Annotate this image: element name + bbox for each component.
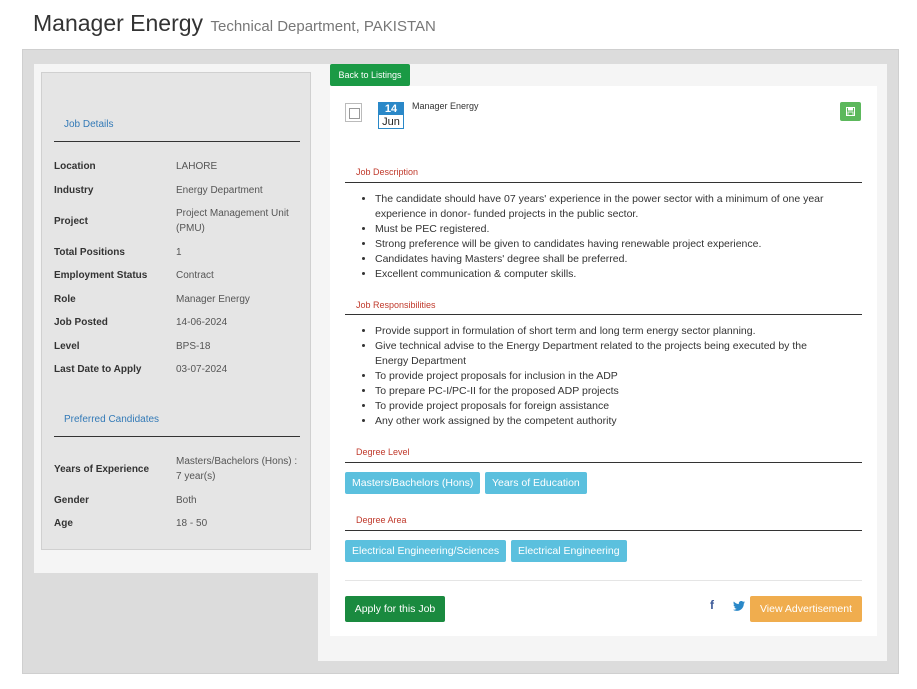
list-item: To prepare PC-I/PC-II for the proposed A…	[375, 384, 840, 399]
divider	[345, 182, 862, 183]
floppy-disk-icon	[846, 107, 855, 116]
list-item: Provide support in formulation of short …	[375, 324, 840, 339]
degree-level-tag: Masters/Bachelors (Hons)	[345, 472, 481, 494]
detail-value: Manager Energy	[176, 294, 250, 305]
posted-date-calendar: 14 Jun	[378, 102, 404, 129]
page-header: Manager Energy Technical Department, PAK…	[33, 10, 436, 37]
detail-label: Job Posted	[54, 317, 108, 328]
twitter-icon[interactable]	[733, 600, 745, 614]
list-item: The candidate should have 07 years' expe…	[375, 192, 840, 222]
detail-value: Contract	[176, 270, 214, 281]
page-title: Manager Energy	[33, 10, 204, 36]
company-logo-image	[345, 103, 362, 122]
job-description-list: The candidate should have 07 years' expe…	[360, 192, 840, 282]
detail-value: 14-06-2024	[176, 317, 228, 328]
preferred-label: Years of Experience	[54, 464, 150, 475]
divider	[54, 141, 300, 142]
detail-value: 1	[176, 247, 182, 258]
job-details-panel: Job Details Location LAHORE Industry Ene…	[41, 72, 311, 550]
list-item: Strong preference will be given to candi…	[375, 237, 840, 252]
list-item: Must be PEC registered.	[375, 222, 840, 237]
detail-value: LAHORE	[176, 161, 218, 172]
list-item: Any other work assigned by the competent…	[375, 414, 840, 429]
detail-value: Energy Department	[176, 185, 263, 196]
job-description-heading: Job Description	[356, 167, 419, 177]
detail-label: Level	[54, 341, 80, 352]
job-details-heading: Job Details	[64, 119, 114, 130]
facebook-icon[interactable]: f	[710, 598, 714, 612]
divider	[345, 462, 862, 463]
view-advertisement-button[interactable]: View Advertisement	[750, 596, 862, 622]
calendar-day: 14	[379, 103, 403, 115]
list-item: Excellent communication & computer skill…	[375, 267, 840, 282]
calendar-month: Jun	[382, 116, 400, 128]
detail-label: Project	[54, 216, 88, 227]
preferred-value: Both	[176, 495, 197, 506]
detail-label: Employment Status	[54, 270, 148, 281]
detail-label: Total Positions	[54, 247, 125, 258]
preferred-value: Masters/Bachelors (Hons) : 7 year(s)	[176, 456, 298, 482]
degree-area-tag: Electrical Engineering/Sciences	[345, 540, 507, 562]
degree-level-tag: Years of Education	[485, 472, 587, 494]
degree-area-heading: Degree Area	[356, 515, 407, 525]
divider	[345, 580, 862, 581]
divider	[345, 314, 862, 315]
preferred-label: Gender	[54, 495, 90, 506]
job-responsibilities-heading: Job Responsibilities	[356, 300, 436, 310]
list-item: To provide project proposals for inclusi…	[375, 369, 840, 384]
list-item: Candidates having Masters' degree shall …	[375, 252, 840, 267]
list-item: Give technical advise to the Energy Depa…	[375, 339, 840, 369]
preferred-label: Age	[54, 518, 73, 529]
back-to-listings-button[interactable]: Back to Listings	[330, 64, 410, 86]
degree-area-tag: Electrical Engineering	[511, 540, 627, 562]
job-title-small: Manager Energy	[412, 101, 479, 111]
detail-label: Role	[54, 294, 76, 305]
detail-label: Location	[54, 161, 96, 172]
page-subtitle: Technical Department, PAKISTAN	[210, 18, 436, 35]
detail-label: Last Date to Apply	[54, 364, 142, 375]
list-item: To provide project proposals for foreign…	[375, 399, 840, 414]
divider	[345, 530, 862, 531]
divider	[54, 436, 300, 437]
preferred-value: 18 - 50	[176, 518, 208, 529]
detail-value: Project Management Unit (PMU)	[176, 208, 289, 234]
detail-value: BPS-18	[176, 341, 211, 352]
preferred-candidates-heading: Preferred Candidates	[64, 414, 160, 425]
detail-label: Industry	[54, 185, 94, 196]
apply-button[interactable]: Apply for this Job	[345, 596, 445, 622]
degree-level-heading: Degree Level	[356, 447, 410, 457]
save-button[interactable]	[840, 102, 861, 121]
detail-value: 03-07-2024	[176, 364, 228, 375]
job-responsibilities-list: Provide support in formulation of short …	[360, 324, 840, 429]
